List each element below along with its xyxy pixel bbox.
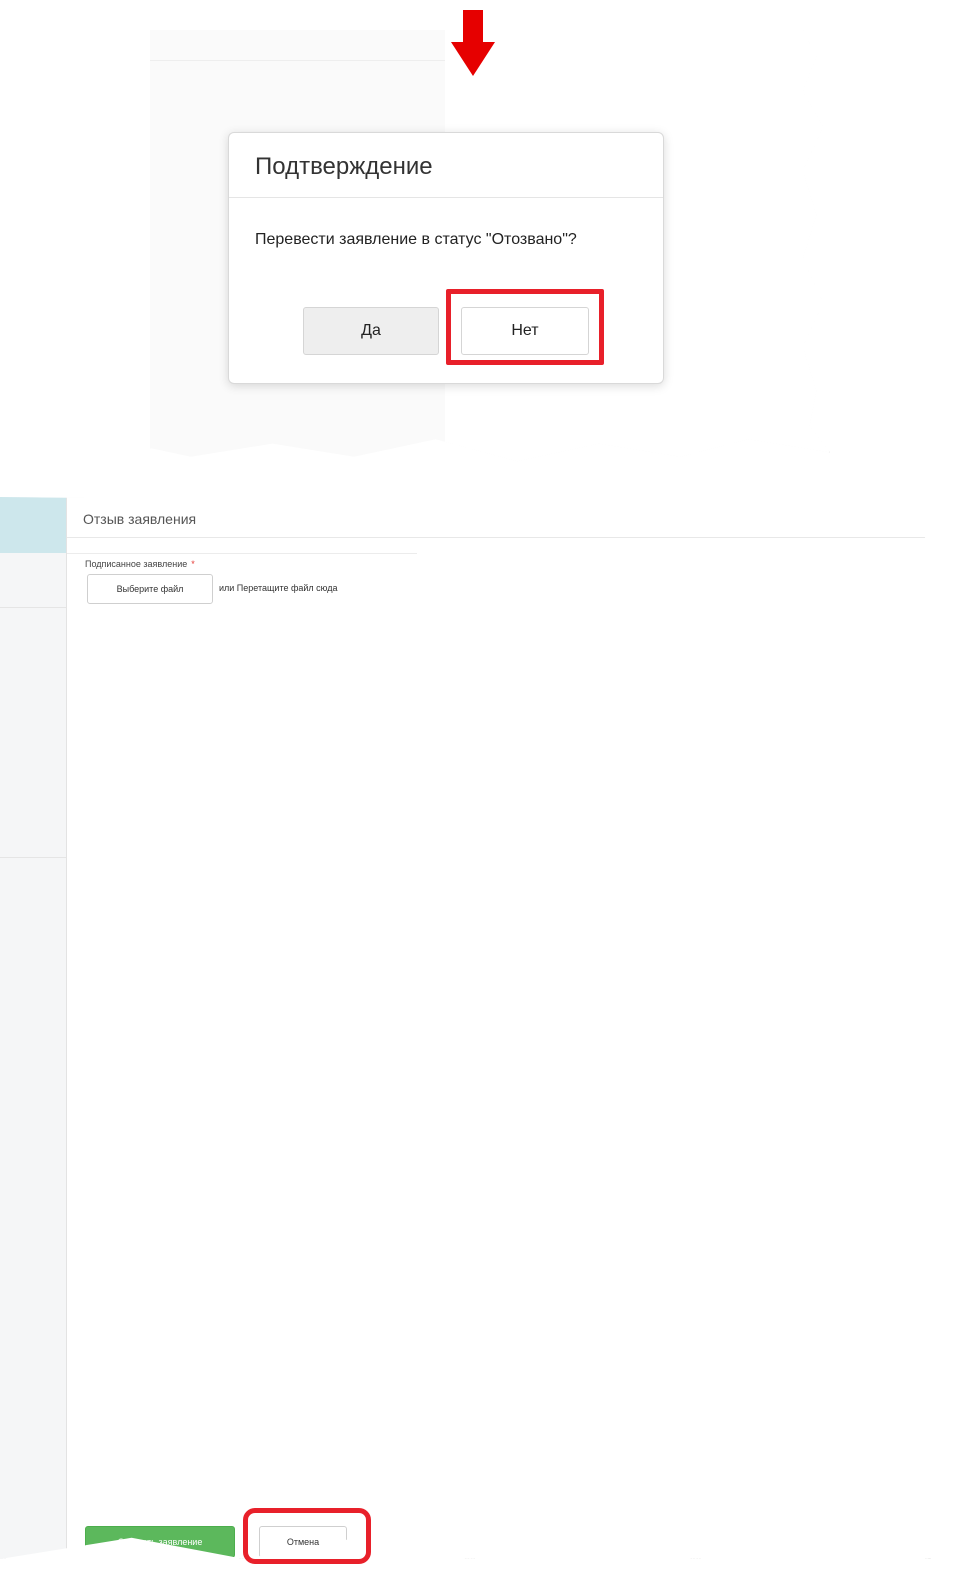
- dialog-title: Подтверждение: [255, 153, 433, 180]
- withdraw-application-button[interactable]: Отозвать заявление: [85, 1526, 235, 1558]
- field-label-text: Подписанное заявление: [85, 559, 188, 569]
- dialog-message: Перевести заявление в статус "Отозвано"?: [255, 231, 577, 248]
- withdraw-panel: Отзыв заявления Подписанное заявление * В…: [66, 497, 927, 1559]
- red-arrow-head-icon: [451, 42, 495, 76]
- field-divider: [67, 553, 417, 554]
- choose-file-button[interactable]: Выберите файл: [87, 574, 213, 604]
- panel-divider: [67, 537, 927, 538]
- cancel-button-highlight: [243, 1508, 371, 1564]
- background-sidebar: [0, 497, 66, 1559]
- required-mark: *: [191, 559, 195, 569]
- drop-zone-hint[interactable]: или Перетащите файл сюда: [219, 583, 337, 593]
- no-button-highlight: [446, 289, 604, 365]
- background-sidebar-header: [0, 497, 66, 553]
- background-divider: [150, 60, 445, 61]
- background-divider: [0, 607, 66, 608]
- yes-button[interactable]: Да: [303, 307, 439, 355]
- red-arrow-down-icon: [463, 10, 483, 44]
- dialog-divider: [229, 197, 663, 198]
- background-divider: [0, 857, 66, 858]
- panel-title: Отзыв заявления: [83, 511, 197, 527]
- signed-application-label: Подписанное заявление *: [85, 559, 195, 569]
- withdraw-screenshot-fragment: Отзыв заявления Подписанное заявление * В…: [0, 497, 931, 1559]
